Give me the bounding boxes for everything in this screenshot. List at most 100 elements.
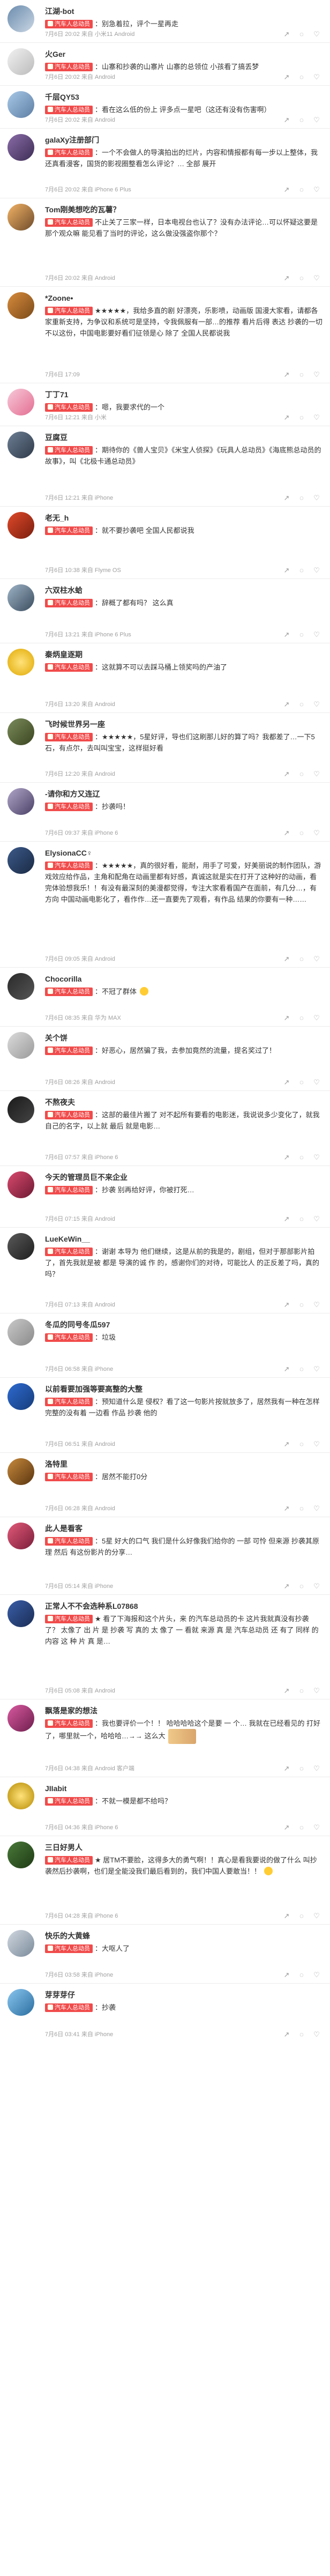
movie-tag[interactable]: 汽车人总动员 xyxy=(45,106,93,114)
username[interactable]: 芽芽芽仔 xyxy=(45,1989,206,2001)
username[interactable]: 以前看要加强等要高整的大整 xyxy=(45,1383,206,1395)
avatar[interactable] xyxy=(8,389,34,415)
reply-icon[interactable]: ◌ xyxy=(297,1911,306,1921)
avatar[interactable] xyxy=(8,134,34,161)
like-button[interactable]: ♡ xyxy=(312,413,322,422)
reply-icon[interactable]: ◌ xyxy=(297,185,306,195)
share-icon[interactable]: ↗ xyxy=(282,769,291,779)
share-icon[interactable]: ↗ xyxy=(282,1214,291,1224)
movie-tag[interactable]: 汽车人总动员 xyxy=(45,988,93,996)
like-button[interactable]: ♡ xyxy=(312,1153,322,1162)
avatar[interactable] xyxy=(8,1930,34,1957)
share-icon[interactable]: ↗ xyxy=(282,1582,291,1591)
meme-image[interactable] xyxy=(168,1729,197,1744)
username[interactable]: Tom刚美想吃的瓦薯？ xyxy=(45,204,206,216)
username[interactable]: 洛特里 xyxy=(45,1458,206,1470)
username[interactable]: 冬瓜的同号冬瓜597 xyxy=(45,1319,206,1331)
like-button[interactable]: ♡ xyxy=(312,1504,322,1513)
username[interactable]: -请你和方又连辽 xyxy=(45,788,206,800)
like-button[interactable]: ♡ xyxy=(312,185,322,195)
like-button[interactable]: ♡ xyxy=(312,1013,322,1023)
share-icon[interactable]: ↗ xyxy=(282,2030,291,2039)
movie-tag[interactable]: 汽车人总动员 xyxy=(45,1856,93,1865)
reply-icon[interactable]: ◌ xyxy=(297,72,306,82)
like-button[interactable]: ♡ xyxy=(312,72,322,82)
movie-tag[interactable]: 汽车人总动员 xyxy=(45,1537,93,1546)
share-icon[interactable]: ↗ xyxy=(282,1823,291,1832)
share-icon[interactable]: ↗ xyxy=(282,1078,291,1087)
avatar[interactable] xyxy=(8,1989,34,2016)
share-icon[interactable]: ↗ xyxy=(282,115,291,125)
share-icon[interactable]: ↗ xyxy=(282,273,291,283)
reply-icon[interactable]: ◌ xyxy=(297,700,306,709)
like-button[interactable]: ♡ xyxy=(312,1078,322,1087)
share-icon[interactable]: ↗ xyxy=(282,630,291,640)
reply-icon[interactable]: ◌ xyxy=(297,1078,306,1087)
avatar[interactable] xyxy=(8,1705,34,1732)
avatar[interactable] xyxy=(8,1842,34,1868)
reply-icon[interactable]: ◌ xyxy=(297,29,306,39)
like-button[interactable]: ♡ xyxy=(312,273,322,283)
like-button[interactable]: ♡ xyxy=(312,370,322,380)
movie-tag[interactable]: 汽车人总动员 xyxy=(45,149,93,157)
movie-tag[interactable]: 汽车人总动员 xyxy=(45,1248,93,1256)
username[interactable]: 此人是看客 xyxy=(45,1523,206,1534)
like-button[interactable]: ♡ xyxy=(312,1911,322,1921)
movie-tag[interactable]: 汽车人总动员 xyxy=(45,307,93,315)
username[interactable]: 丁丁71 xyxy=(45,389,206,400)
avatar[interactable] xyxy=(8,1383,34,1410)
avatar[interactable] xyxy=(8,48,34,75)
reply-icon[interactable]: ◌ xyxy=(297,1214,306,1224)
like-button[interactable]: ♡ xyxy=(312,1300,322,1310)
like-button[interactable]: ♡ xyxy=(312,1364,322,1374)
reply-icon[interactable]: ◌ xyxy=(297,1300,306,1310)
reply-icon[interactable]: ◌ xyxy=(297,1504,306,1513)
like-button[interactable]: ♡ xyxy=(312,1764,322,1773)
avatar[interactable] xyxy=(8,292,34,319)
like-button[interactable]: ♡ xyxy=(312,1686,322,1696)
reply-icon[interactable]: ◌ xyxy=(297,1582,306,1591)
avatar[interactable] xyxy=(8,1233,34,1260)
like-button[interactable]: ♡ xyxy=(312,828,322,838)
movie-tag[interactable]: 汽车人总动员 xyxy=(45,218,93,227)
avatar[interactable] xyxy=(8,1783,34,1809)
reply-icon[interactable]: ◌ xyxy=(297,115,306,125)
like-button[interactable]: ♡ xyxy=(312,2030,322,2039)
movie-tag[interactable]: 汽车人总动员 xyxy=(45,2003,93,2012)
like-button[interactable]: ♡ xyxy=(312,115,322,125)
movie-tag[interactable]: 汽车人总动员 xyxy=(45,1615,93,1623)
movie-tag[interactable]: 汽车人总动员 xyxy=(45,663,93,672)
share-icon[interactable]: ↗ xyxy=(282,1504,291,1513)
reply-icon[interactable]: ◌ xyxy=(297,1153,306,1162)
reply-icon[interactable]: ◌ xyxy=(297,413,306,422)
movie-tag[interactable]: 汽车人总动员 xyxy=(45,599,93,607)
share-icon[interactable]: ↗ xyxy=(282,185,291,195)
avatar[interactable] xyxy=(8,1096,34,1123)
reply-icon[interactable]: ◌ xyxy=(297,566,306,575)
avatar[interactable] xyxy=(8,1523,34,1549)
reply-icon[interactable]: ◌ xyxy=(297,1764,306,1773)
username[interactable]: 飘落是家的想法 xyxy=(45,1705,206,1717)
share-icon[interactable]: ↗ xyxy=(282,1686,291,1696)
movie-tag[interactable]: 汽车人总动员 xyxy=(45,1186,93,1194)
like-button[interactable]: ♡ xyxy=(312,1582,322,1591)
share-icon[interactable]: ↗ xyxy=(282,566,291,575)
username[interactable]: 豆腐豆 xyxy=(45,432,206,443)
avatar[interactable] xyxy=(8,91,34,118)
share-icon[interactable]: ↗ xyxy=(282,1013,291,1023)
reply-icon[interactable]: ◌ xyxy=(297,1970,306,1980)
avatar[interactable] xyxy=(8,718,34,745)
share-icon[interactable]: ↗ xyxy=(282,1764,291,1773)
like-button[interactable]: ♡ xyxy=(312,566,322,575)
share-icon[interactable]: ↗ xyxy=(282,828,291,838)
movie-tag[interactable]: 汽车人总动员 xyxy=(45,63,93,71)
share-icon[interactable]: ↗ xyxy=(282,1439,291,1449)
share-icon[interactable]: ↗ xyxy=(282,1364,291,1374)
movie-tag[interactable]: 汽车人总动员 xyxy=(45,803,93,811)
reply-icon[interactable]: ◌ xyxy=(297,1823,306,1832)
like-button[interactable]: ♡ xyxy=(312,1214,322,1224)
avatar[interactable] xyxy=(8,788,34,815)
share-icon[interactable]: ↗ xyxy=(282,1970,291,1980)
username[interactable]: 关个饼 xyxy=(45,1032,206,1044)
avatar[interactable] xyxy=(8,584,34,611)
